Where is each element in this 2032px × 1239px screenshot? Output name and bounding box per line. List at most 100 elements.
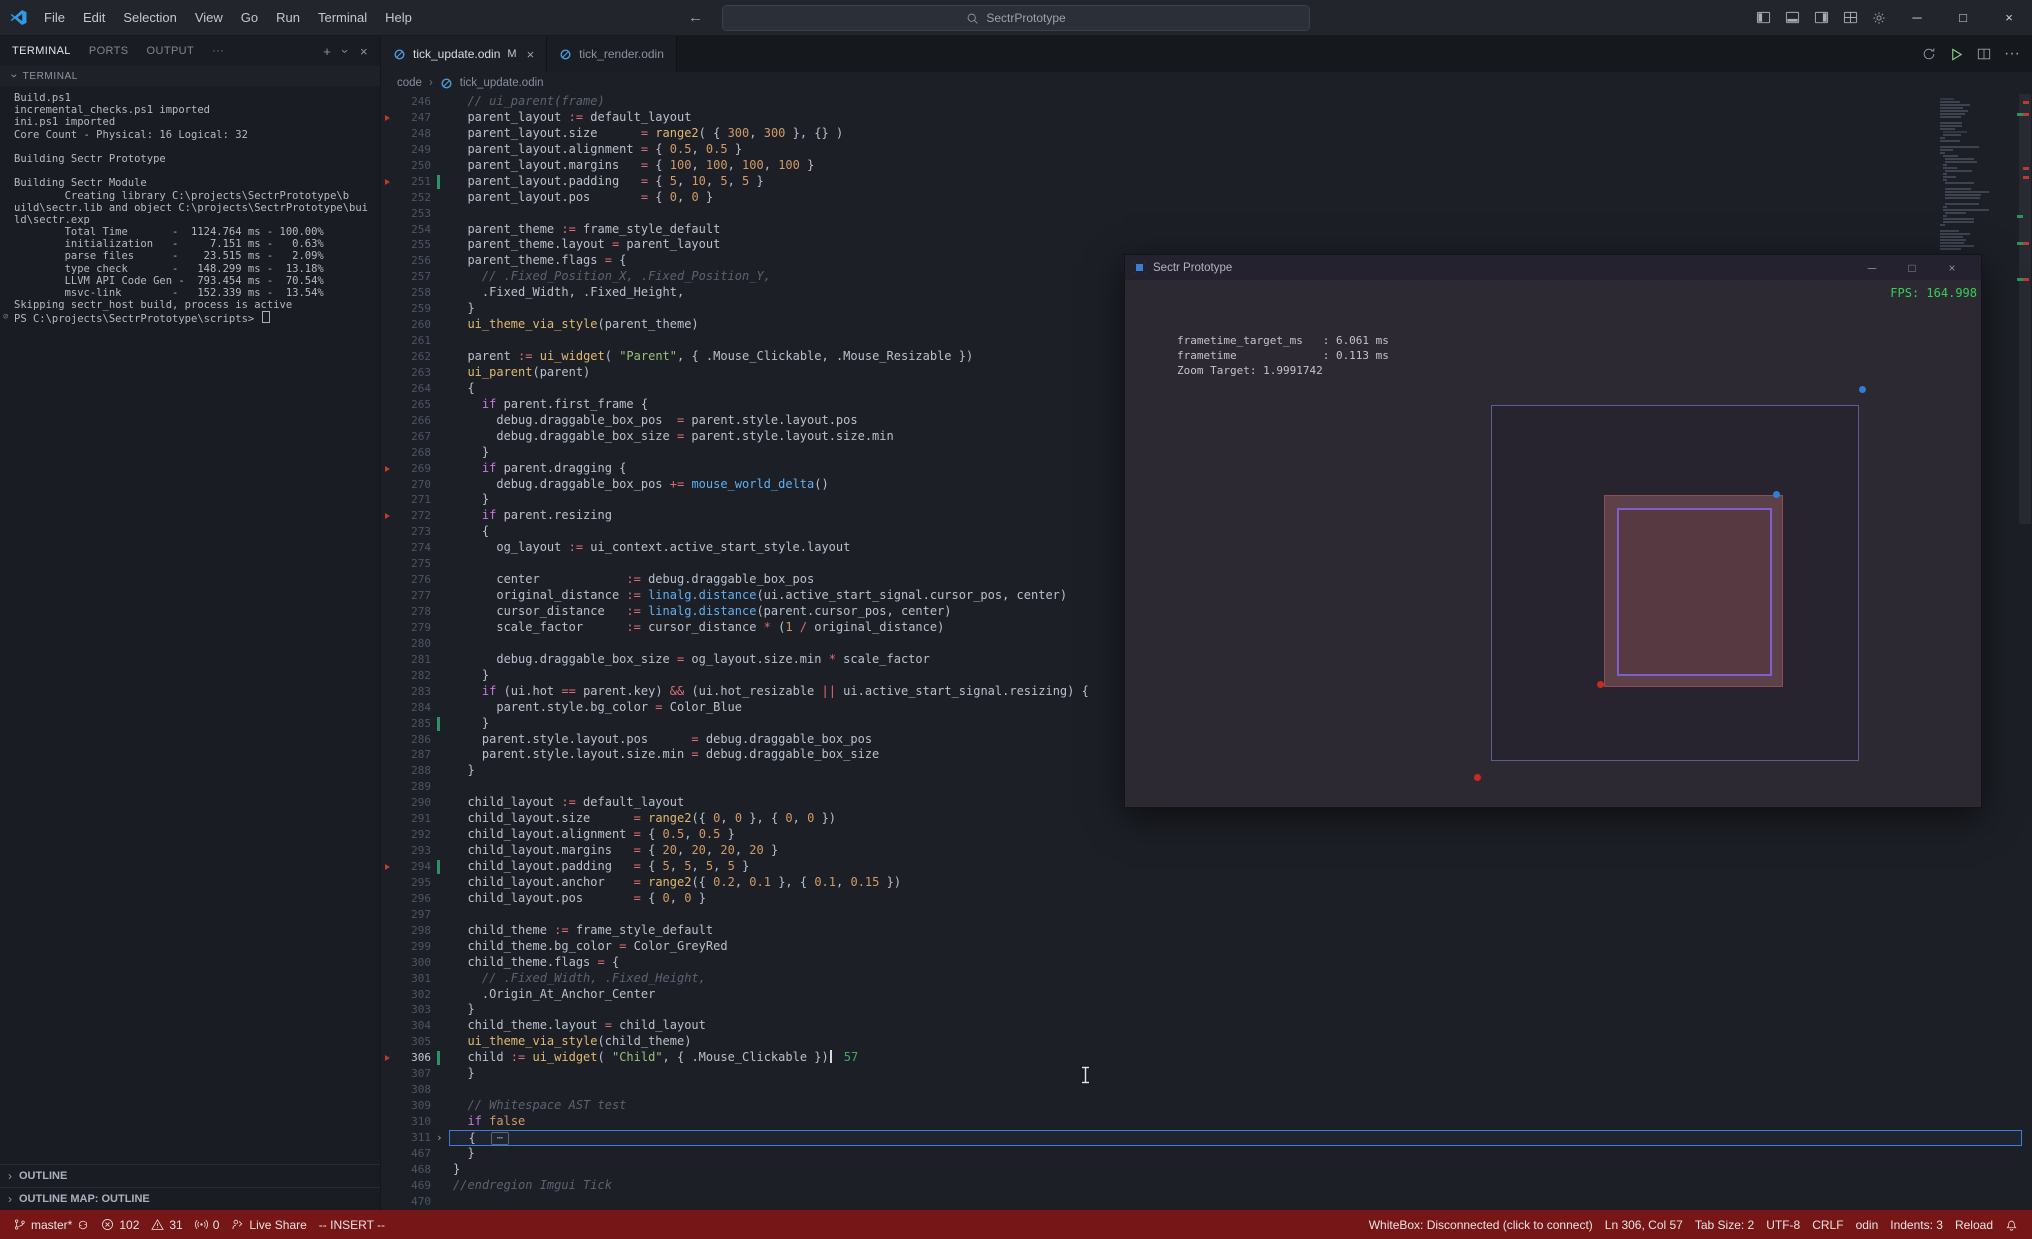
code-line[interactable]: 310 if false [381, 1114, 2032, 1130]
code-line[interactable]: 254 parent_theme := frame_style_default [381, 222, 2032, 238]
code-line[interactable]: 250 parent_layout.margins = { 100, 100, … [381, 158, 2032, 174]
live-share[interactable]: Live Share [225, 1218, 312, 1232]
code-line[interactable]: 293 child_layout.margins = { 20, 20, 20,… [381, 843, 2032, 859]
code-line[interactable]: 309 // Whitespace AST test [381, 1098, 2032, 1114]
menu-selection[interactable]: Selection [114, 0, 185, 35]
menu-terminal[interactable]: Terminal [309, 0, 376, 35]
code-line[interactable]: 300 child_theme.flags = { [381, 955, 2032, 971]
code-line[interactable]: 246 // ui_parent(frame) [381, 94, 2032, 110]
code-line[interactable]: 302 .Origin_At_Anchor_Center [381, 987, 2032, 1003]
code-line[interactable]: 311 › { ⋯ [381, 1129, 2032, 1146]
terminal-output[interactable]: Build.ps1 incremental_checks.ps1 imported… [0, 86, 380, 1164]
code-line[interactable]: 303 } [381, 1002, 2032, 1018]
fold-chevron-icon[interactable]: › [436, 1130, 443, 1146]
breadcrumb-item[interactable]: code [397, 77, 422, 89]
minimap-line [1945, 170, 1973, 172]
code-line[interactable]: 291 child_layout.size = range2({ 0, 0 },… [381, 811, 2032, 827]
child-widget-box[interactable] [1617, 508, 1772, 676]
code-line[interactable]: 306 child := ui_widget( "Child", { .Mous… [381, 1050, 2032, 1066]
chevron-down-icon[interactable]: › [338, 49, 353, 54]
problems-errors[interactable]: 102 [95, 1218, 145, 1232]
language-mode[interactable]: odin [1850, 1218, 1885, 1232]
sectr-title-bar[interactable]: Sectr Prototype ─ □ × [1125, 255, 1981, 280]
menu-edit[interactable]: Edit [74, 0, 114, 35]
gutter-decoration [431, 1082, 449, 1098]
code-line[interactable]: 297 [381, 907, 2032, 923]
section-outline-map-outline[interactable]: › OUTLINE MAP: OUTLINE [0, 1187, 380, 1210]
tab-size[interactable]: Tab Size: 2 [1689, 1218, 1760, 1232]
code-line[interactable]: 301 // .Fixed_Width, .Fixed_Height, [381, 971, 2032, 987]
panel-tab-terminal[interactable]: TERMINAL [12, 36, 71, 67]
section-outline[interactable]: › OUTLINE [0, 1164, 380, 1187]
code-line[interactable]: 299 child_theme.bg_color = Color_GreyRed [381, 939, 2032, 955]
code-line[interactable]: 252 parent_layout.pos = { 0, 0 } [381, 190, 2032, 206]
customize-layout-icon[interactable] [1843, 10, 1858, 25]
code-line[interactable]: 247 parent_layout := default_layout [381, 110, 2032, 126]
panel-more-tabs-icon[interactable]: ··· [212, 36, 224, 66]
code-line[interactable]: 295 child_layout.anchor = range2({ 0.2, … [381, 875, 2032, 891]
editor-tab-tick_render.odin[interactable]: tick_render.odin [547, 36, 677, 72]
code-line[interactable]: 251 parent_layout.padding = { 5, 10, 5, … [381, 174, 2032, 190]
settings-gear-icon[interactable] [1872, 11, 1886, 25]
tab-close-icon[interactable]: × [527, 47, 535, 62]
git-branch-status[interactable]: master* [8, 1218, 95, 1232]
eol-sequence[interactable]: CRLF [1806, 1218, 1849, 1232]
sectr-maximize-button[interactable]: □ [1892, 261, 1932, 275]
run-file-icon[interactable] [1949, 47, 1964, 62]
split-editor-icon[interactable] [1977, 47, 1991, 61]
code-line[interactable]: 307 } [381, 1066, 2032, 1082]
new-terminal-icon[interactable]: + [323, 44, 331, 59]
cursor-position[interactable]: Ln 306, Col 57 [1599, 1218, 1689, 1232]
folded-region-placeholder[interactable]: ⋯ [490, 1131, 509, 1145]
editor-scrollbar[interactable] [2017, 94, 2032, 1210]
panel-tab-ports[interactable]: PORTS [89, 36, 129, 66]
close-button[interactable]: × [1986, 0, 2032, 35]
sectr-minimize-button[interactable]: ─ [1852, 261, 1892, 275]
code-line[interactable]: 298 child_theme := frame_style_default [381, 923, 2032, 939]
menu-run[interactable]: Run [267, 0, 309, 35]
code-line[interactable]: 249 parent_layout.alignment = { 0.5, 0.5… [381, 142, 2032, 158]
code-line[interactable]: 292 child_layout.alignment = { 0.5, 0.5 … [381, 827, 2032, 843]
run-history-icon[interactable] [1922, 47, 1936, 61]
scrollbar-slider[interactable] [2019, 94, 2031, 524]
close-panel-icon[interactable]: × [360, 44, 368, 59]
menu-file[interactable]: File [35, 0, 74, 35]
more-actions-icon[interactable]: ··· [2004, 45, 2020, 63]
code-line[interactable]: 248 parent_layout.size = range2( { 300, … [381, 126, 2032, 142]
code-line[interactable]: 308 [381, 1082, 2032, 1098]
code-line[interactable]: 255 parent_theme.layout = parent_layout [381, 237, 2032, 253]
sectr-prototype-window[interactable]: Sectr Prototype ─ □ × FPS: 164.998 frame… [1124, 254, 1982, 808]
code-line[interactable]: 469 //endregion Imgui Tick [381, 1178, 2032, 1194]
code-line[interactable]: 305 ui_theme_via_style(child_theme) [381, 1034, 2032, 1050]
command-center-search[interactable]: SectrPrototype [722, 5, 1310, 31]
panel-tab-output[interactable]: OUTPUT [147, 36, 195, 66]
code-line[interactable]: 467 } [381, 1146, 2032, 1162]
ports-status[interactable]: 0 [189, 1218, 226, 1232]
code-line[interactable]: 470 [381, 1194, 2032, 1210]
editor-tab-tick_update.odin[interactable]: tick_update.odin M × [381, 36, 548, 72]
code-line[interactable]: 468} [381, 1162, 2032, 1178]
problems-warnings[interactable]: 31 [145, 1218, 188, 1232]
code-line[interactable]: 253 [381, 206, 2032, 222]
code-line[interactable]: 304 child_theme.layout = child_layout [381, 1018, 2032, 1034]
toggle-secondary-sidebar-icon[interactable] [1814, 10, 1829, 25]
breadcrumb-item[interactable]: tick_update.odin [460, 77, 544, 89]
sectr-close-button[interactable]: × [1932, 261, 1972, 275]
code-line[interactable]: 296 child_layout.pos = { 0, 0 } [381, 891, 2032, 907]
toggle-panel-icon[interactable] [1785, 10, 1800, 25]
toggle-sidebar-icon[interactable] [1756, 10, 1771, 25]
menu-go[interactable]: Go [232, 0, 267, 35]
reload[interactable]: Reload [1949, 1218, 1999, 1232]
menu-help[interactable]: Help [376, 0, 421, 35]
maximize-button[interactable]: □ [1940, 0, 1986, 35]
whitebox-status[interactable]: WhiteBox: Disconnected (click to connect… [1363, 1218, 1599, 1232]
encoding[interactable]: UTF-8 [1760, 1218, 1806, 1232]
terminal-section-header[interactable]: › TERMINAL [0, 66, 380, 86]
notifications-bell[interactable] [1999, 1218, 2024, 1231]
minimize-button[interactable]: ─ [1894, 0, 1940, 35]
menu-view[interactable]: View [186, 0, 232, 35]
nav-back-icon[interactable]: ← [688, 9, 703, 26]
indents-info[interactable]: Indents: 3 [1884, 1218, 1949, 1232]
code-line[interactable]: 294 child_layout.padding = { 5, 5, 5, 5 … [381, 859, 2032, 875]
vim-mode[interactable]: -- INSERT -- [313, 1218, 391, 1232]
